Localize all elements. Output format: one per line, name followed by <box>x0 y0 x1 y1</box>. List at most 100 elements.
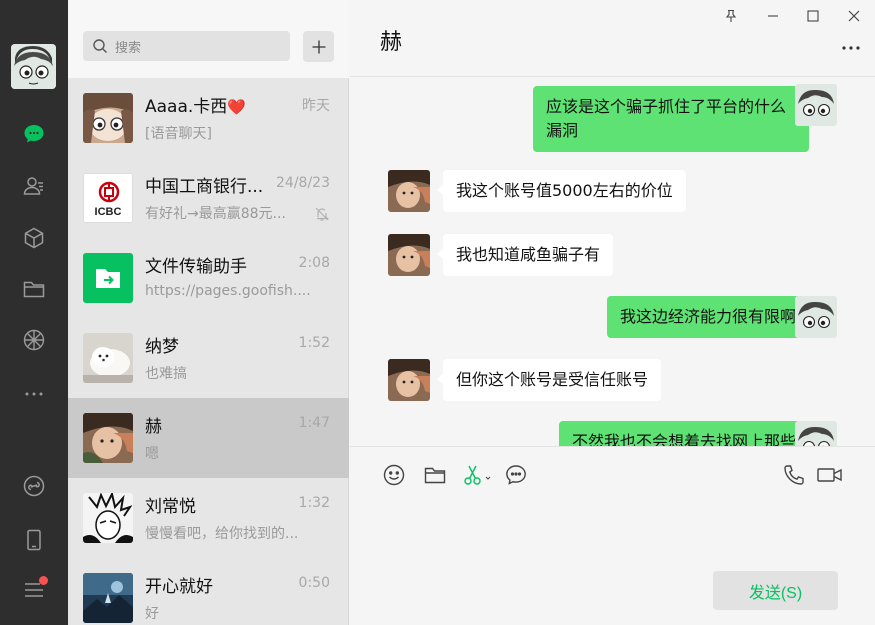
conversation-name: 纳梦 <box>145 337 179 357</box>
plus-icon <box>312 40 325 53</box>
conversation-name: Aaaa.卡西❤️ <box>145 97 246 117</box>
close-icon <box>848 10 860 22</box>
avatar <box>83 333 133 383</box>
conversation-list: 搜索 Aaaa.卡西❤️ 昨天 [语音聊天] ICBC 中国工商银行... 24… <box>68 0 349 625</box>
conversation-name: 刘常悦 <box>145 497 196 517</box>
search-icon <box>93 39 107 53</box>
conversation-name: 开心就好 <box>145 577 213 597</box>
favorites-icon[interactable] <box>20 224 48 252</box>
conversation-time: 1:32 <box>298 495 330 511</box>
conversation-time: 1:52 <box>298 335 330 351</box>
avatar <box>83 573 133 623</box>
conversation-item[interactable]: 开心就好 0:50 好 <box>68 558 349 625</box>
message-row: 应该是这个骗子抓住了平台的什么漏洞 <box>350 84 875 154</box>
phone-icon[interactable] <box>20 526 48 554</box>
conversation-name: 文件传输助手 <box>145 257 247 277</box>
chat-pane: 赫 应该是这个骗子抓住了平台的什么漏洞 我这个账号值5000左右的价位 我也知道… <box>350 0 875 625</box>
conversation-item[interactable]: 纳梦 1:52 也难搞 <box>68 318 349 398</box>
message-input-area[interactable]: 发送(S) <box>350 446 875 625</box>
screenshot-button[interactable] <box>462 463 492 487</box>
user-avatar[interactable] <box>11 44 56 89</box>
message-row: 不然我也不会想着去找网上那些 <box>350 421 875 446</box>
send-file-button[interactable] <box>423 463 447 487</box>
conversation-name: 中国工商银行... <box>145 177 264 197</box>
add-button[interactable] <box>303 31 334 62</box>
more-options-icon[interactable] <box>839 40 863 56</box>
message-bubble[interactable]: 应该是这个骗子抓住了平台的什么漏洞 <box>533 86 815 152</box>
more-icon[interactable] <box>20 380 48 408</box>
message-bubble[interactable]: 但你这个账号是受信任账号 <box>436 359 662 401</box>
conversation-preview: 好 <box>145 606 159 622</box>
conversation-item[interactable]: Aaaa.卡西❤️ 昨天 [语音聊天] <box>68 78 349 158</box>
my-avatar <box>795 421 837 446</box>
chat-header: 赫 <box>350 0 875 77</box>
conversation-preview: 也难搞 <box>145 366 187 382</box>
bank-logo: ICBC <box>83 173 133 223</box>
send-button[interactable]: 发送(S) <box>713 571 838 610</box>
emoji-button[interactable] <box>382 463 406 487</box>
contact-avatar <box>388 359 430 401</box>
video-call-icon <box>817 468 842 482</box>
chat-history-button[interactable] <box>504 463 528 487</box>
file-transfer-icon <box>83 253 133 303</box>
maximize-button[interactable] <box>803 6 823 26</box>
conversation-time: 1:47 <box>298 415 330 431</box>
conversation-time: 2:08 <box>298 255 330 271</box>
my-avatar <box>795 84 837 126</box>
conversation-preview: https://pages.goofish.... <box>145 283 311 299</box>
conversation-time: 昨天 <box>302 98 330 114</box>
my-avatar <box>795 296 837 338</box>
chat-title: 赫 <box>380 30 403 55</box>
files-icon[interactable] <box>20 275 48 303</box>
avatar <box>83 93 133 143</box>
moments-icon[interactable] <box>20 326 48 354</box>
message-row: 我这个账号值5000左右的价位 <box>350 170 875 216</box>
maximize-icon <box>807 10 819 22</box>
scissors-icon <box>464 465 491 485</box>
pin-button[interactable] <box>721 6 741 26</box>
search-placeholder: 搜索 <box>115 40 142 56</box>
menu-icon[interactable] <box>20 576 48 604</box>
message-bubble[interactable]: 不然我也不会想着去找网上那些 <box>558 421 816 446</box>
message-list: 应该是这个骗子抓住了平台的什么漏洞 我这个账号值5000左右的价位 我也知道咸鱼… <box>350 78 875 446</box>
message-row: 我这边经济能力很有限啊 <box>350 296 875 342</box>
avatar <box>83 493 133 543</box>
avatar <box>83 413 133 463</box>
search-input[interactable]: 搜索 <box>83 31 290 61</box>
message-bubble[interactable]: 我这个账号值5000左右的价位 <box>437 170 686 212</box>
voice-call-icon <box>784 465 804 485</box>
message-bubble[interactable]: 我也知道咸鱼骗子有 <box>436 234 614 276</box>
contacts-icon[interactable] <box>20 172 48 200</box>
pin-icon <box>725 9 737 22</box>
conversation-time: 0:50 <box>298 575 330 591</box>
bank-logo-text: ICBC <box>94 206 122 218</box>
message-bubble[interactable]: 我这边经济能力很有限啊 <box>606 296 816 338</box>
minimize-icon <box>768 15 778 17</box>
conversation-item[interactable]: 刘常悦 1:32 慢慢看吧，给你找到的... <box>68 478 349 558</box>
chat-icon[interactable] <box>20 120 48 148</box>
voice-call-button[interactable] <box>782 463 806 487</box>
conversation-preview: 慢慢看吧，给你找到的... <box>145 526 299 542</box>
mute-icon <box>315 207 329 221</box>
search-bar: 搜索 <box>68 0 349 78</box>
mini-program-icon[interactable] <box>20 472 48 500</box>
folder-icon <box>424 467 446 484</box>
sidebar-rail <box>0 0 68 625</box>
emoji-icon <box>383 464 405 486</box>
contact-avatar <box>388 170 430 212</box>
minimize-button[interactable] <box>763 6 783 26</box>
message-row: 我也知道咸鱼骗子有 <box>350 234 875 280</box>
video-call-button[interactable] <box>816 463 844 487</box>
conversation-item[interactable]: ICBC 中国工商银行... 24/8/23 有好礼→最高赢88元... <box>68 158 349 238</box>
chat-history-icon <box>506 465 526 485</box>
conversation-preview: [语音聊天] <box>145 126 212 142</box>
notification-dot <box>39 576 48 585</box>
conversation-preview: 有好礼→最高赢88元... <box>145 206 286 222</box>
conversation-item[interactable]: 赫 1:47 嗯 <box>68 398 349 478</box>
conversation-item[interactable]: 文件传输助手 2:08 https://pages.goofish.... <box>68 238 349 318</box>
conversation-time: 24/8/23 <box>276 175 330 191</box>
conversation-preview: 嗯 <box>145 446 159 462</box>
message-row: 但你这个账号是受信任账号 <box>350 359 875 405</box>
close-button[interactable] <box>844 6 864 26</box>
contact-avatar <box>388 234 430 276</box>
